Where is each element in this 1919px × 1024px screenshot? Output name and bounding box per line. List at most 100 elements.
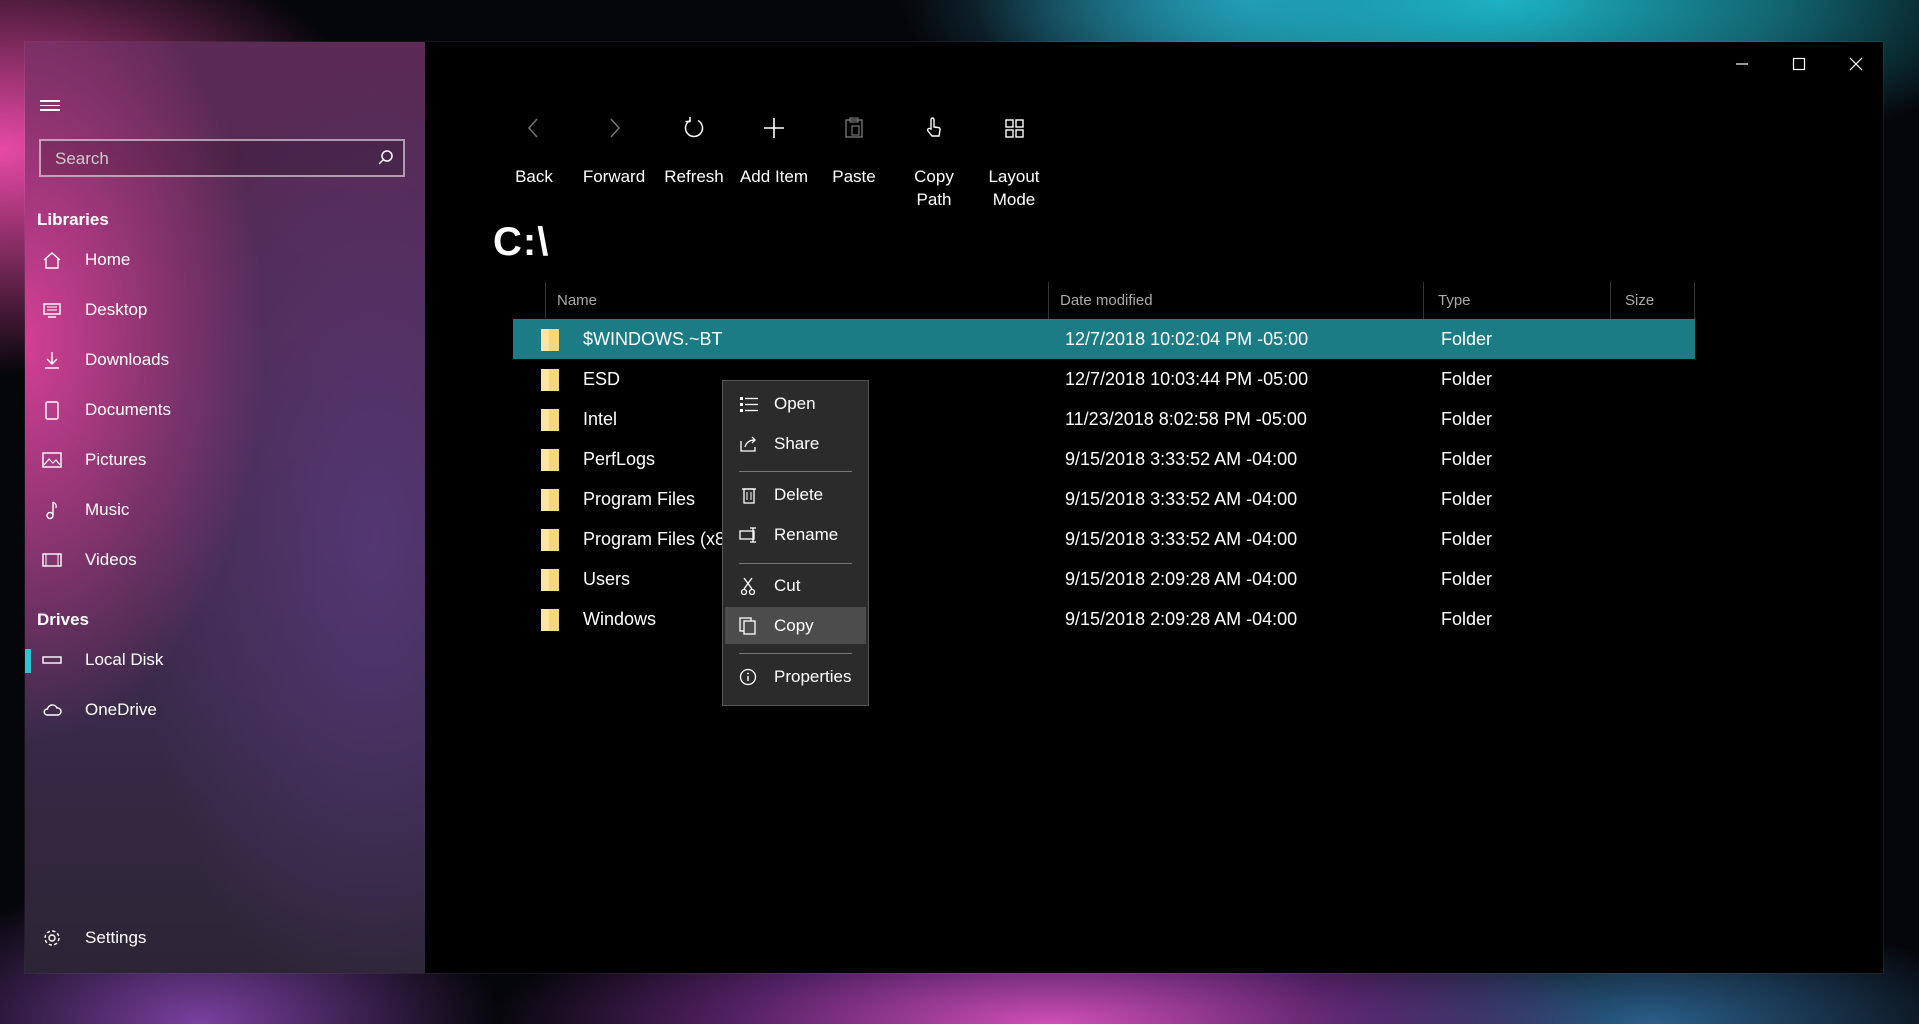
column-type[interactable]: Type: [1438, 282, 1471, 320]
file-row[interactable]: PerfLogs 9/15/2018 3:33:52 AM -04:00 Fol…: [513, 439, 1695, 479]
folder-icon: [541, 449, 559, 471]
sidebar-item-downloads[interactable]: Downloads: [25, 337, 425, 383]
paste-icon: [815, 116, 893, 148]
column-divider[interactable]: [1423, 282, 1424, 320]
file-type: Folder: [1441, 569, 1493, 589]
document-icon: [41, 400, 63, 420]
copy-path-button[interactable]: Copy Path: [895, 104, 973, 214]
refresh-button[interactable]: Refresh: [655, 104, 733, 214]
file-row[interactable]: Program Files 9/15/2018 3:33:52 AM -04:0…: [513, 479, 1695, 519]
drive-icon: [41, 650, 63, 670]
layout-mode-button[interactable]: Layout Mode: [975, 104, 1053, 214]
picture-icon: [41, 450, 63, 470]
column-divider[interactable]: [1610, 282, 1611, 320]
sidebar-item-local-disk[interactable]: Local Disk: [25, 637, 425, 683]
file-name: Program Files: [583, 489, 696, 509]
file-type: Folder: [1441, 489, 1493, 509]
minimize-button[interactable]: [1713, 42, 1769, 84]
sidebar-item-music[interactable]: Music: [25, 487, 425, 533]
settings-button[interactable]: Settings: [25, 915, 425, 961]
file-row[interactable]: $WINDOWS.~BT 12/7/2018 10:02:04 PM -05:0…: [513, 319, 1695, 359]
hamburger-menu-icon[interactable]: [40, 97, 60, 113]
menu-item-open[interactable]: Open: [725, 385, 866, 422]
sidebar-item-label: Desktop: [85, 300, 148, 319]
folder-icon: [541, 609, 559, 631]
close-icon: [1849, 57, 1863, 71]
file-name: Users: [583, 569, 631, 589]
column-date-modified[interactable]: Date modified: [1060, 282, 1153, 320]
column-size[interactable]: Size: [1625, 282, 1654, 320]
folder-icon: [541, 529, 559, 551]
menu-item-delete[interactable]: Delete: [725, 476, 866, 513]
file-explorer-window: Libraries Home Desktop Downloads Documen…: [25, 42, 1883, 973]
home-icon: [41, 250, 63, 270]
desktop-icon: [41, 300, 63, 320]
search-input[interactable]: [53, 148, 357, 170]
context-menu: Open Share Delete Rename Cut Copy Proper…: [722, 380, 869, 706]
copy-icon: [739, 617, 759, 635]
menu-item-label: Share: [774, 434, 820, 453]
sidebar-item-label: Local Disk: [85, 650, 164, 669]
maximize-icon: [1792, 57, 1806, 71]
forward-button[interactable]: Forward: [575, 104, 653, 214]
folder-icon: [541, 369, 559, 391]
sidebar-item-documents[interactable]: Documents: [25, 387, 425, 433]
sidebar-item-label: OneDrive: [85, 700, 157, 719]
sidebar-item-label: Videos: [85, 550, 137, 569]
file-date: 12/7/2018 10:03:44 PM -05:00: [1065, 369, 1309, 389]
file-date: 9/15/2018 2:09:28 AM -04:00: [1065, 569, 1298, 589]
file-row[interactable]: Windows 9/15/2018 2:09:28 AM -04:00 Fold…: [513, 599, 1695, 639]
menu-separator: [739, 563, 852, 564]
file-row[interactable]: Program Files (x86) 9/15/2018 3:33:52 AM…: [513, 519, 1695, 559]
file-name: Intel: [583, 409, 618, 429]
rename-icon: [739, 526, 759, 544]
column-name[interactable]: Name: [557, 282, 597, 320]
column-divider[interactable]: [1048, 282, 1049, 320]
file-row[interactable]: Users 9/15/2018 2:09:28 AM -04:00 Folder: [513, 559, 1695, 599]
sidebar-item-label: Downloads: [85, 350, 170, 369]
file-name: PerfLogs: [583, 449, 656, 469]
menu-item-copy[interactable]: Copy: [725, 607, 866, 644]
file-date: 9/15/2018 2:09:28 AM -04:00: [1065, 609, 1298, 629]
search-box[interactable]: [39, 139, 405, 177]
close-button[interactable]: [1827, 42, 1883, 84]
layout-mode-label-line1: Layout: [988, 167, 1040, 186]
trash-icon: [739, 486, 759, 504]
menu-separator: [739, 471, 852, 472]
menu-item-rename[interactable]: Rename: [725, 516, 866, 553]
file-date: 11/23/2018 8:02:58 PM -05:00: [1065, 409, 1307, 429]
forward-arrow-icon: [575, 116, 653, 148]
sidebar-item-onedrive[interactable]: OneDrive: [25, 687, 425, 733]
file-type: Folder: [1441, 329, 1493, 349]
refresh-label: Refresh: [664, 167, 724, 186]
menu-item-share[interactable]: Share: [725, 425, 866, 462]
libraries-heading: Libraries: [37, 210, 109, 229]
forward-label: Forward: [582, 167, 646, 186]
sidebar-item-home[interactable]: Home: [25, 237, 425, 283]
folder-icon: [541, 569, 559, 591]
sidebar-item-label: Music: [85, 500, 130, 519]
search-icon[interactable]: [377, 149, 395, 172]
menu-item-cut[interactable]: Cut: [725, 567, 866, 604]
add-item-button[interactable]: Add Item: [735, 104, 813, 214]
video-icon: [41, 550, 63, 570]
sidebar-item-pictures[interactable]: Pictures: [25, 437, 425, 483]
paste-button[interactable]: Paste: [815, 104, 893, 214]
gear-icon: [41, 927, 63, 954]
back-arrow-icon: [495, 116, 573, 148]
menu-item-label: Delete: [774, 485, 824, 504]
menu-item-label: Open: [774, 394, 816, 413]
download-icon: [41, 350, 63, 370]
minimize-icon: [1736, 63, 1748, 65]
menu-item-label: Properties: [774, 667, 852, 686]
file-row[interactable]: ESD 12/7/2018 10:03:44 PM -05:00 Folder: [513, 359, 1695, 399]
back-button[interactable]: Back: [495, 104, 573, 214]
menu-item-properties[interactable]: Properties: [725, 658, 866, 695]
file-row[interactable]: Intel 11/23/2018 8:02:58 PM -05:00 Folde…: [513, 399, 1695, 439]
sidebar-item-label: Home: [85, 250, 131, 269]
sidebar-item-videos[interactable]: Videos: [25, 537, 425, 583]
menu-item-label: Rename: [774, 525, 839, 544]
file-date: 12/7/2018 10:02:04 PM -05:00: [1065, 329, 1309, 349]
sidebar-item-desktop[interactable]: Desktop: [25, 287, 425, 333]
maximize-button[interactable]: [1770, 42, 1826, 84]
